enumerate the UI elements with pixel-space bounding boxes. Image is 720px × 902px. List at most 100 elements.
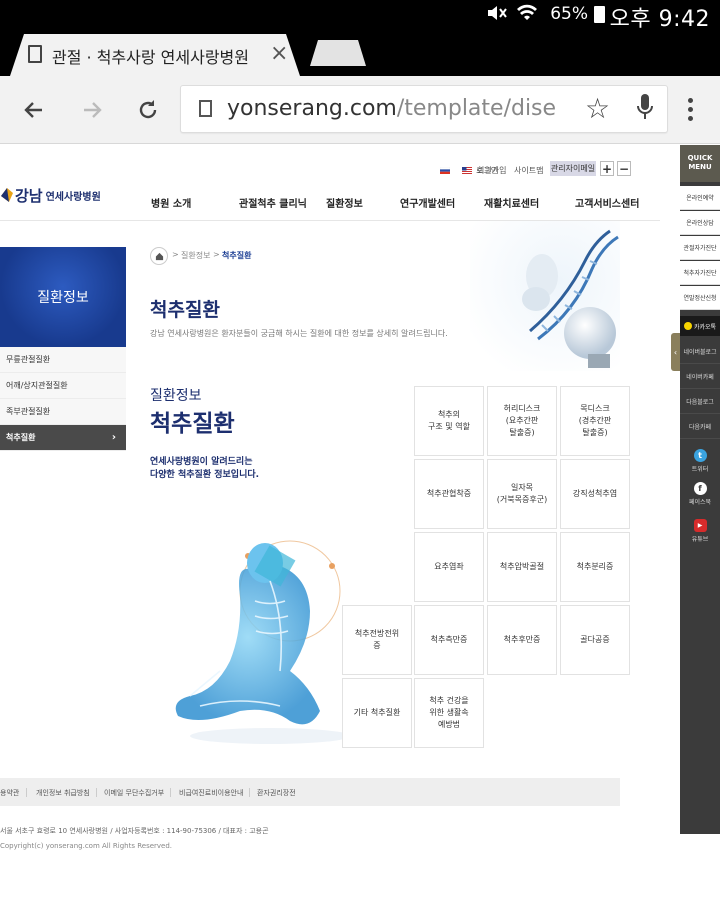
lnb-item-spine-label: 척추질환 (6, 433, 36, 442)
russia-flag-icon[interactable] (440, 166, 450, 174)
grid-item-spondylolysis[interactable]: 척추분리증 (560, 532, 630, 602)
grid-item-lumbar-sprain[interactable]: 요추염좌 (414, 532, 484, 602)
status-bar: 65% 오후 9:42 (0, 0, 720, 32)
footer-copyright: Copyright(c) yonserang.com All Rights Re… (0, 842, 173, 850)
wifi-icon (517, 4, 537, 20)
youtube-icon: ▶ (693, 519, 707, 532)
quick-menu-toggle[interactable]: ‹ (671, 333, 680, 371)
grid-item-stenosis[interactable]: 척추관협착증 (414, 459, 484, 529)
microphone-icon[interactable] (637, 94, 653, 120)
reload-button[interactable] (128, 90, 168, 130)
battery-icon (594, 6, 605, 23)
battery-percent: 65% (550, 4, 588, 24)
footer-address: 서울 서초구 효령로 10 연세사랑병원 / 사업자등록번호 : 114-90-… (0, 827, 269, 835)
quick-menu-header: QUICK MENU (680, 145, 720, 182)
gnb-item-about[interactable]: 병원 소개 (151, 195, 191, 210)
bookmark-star-icon[interactable]: ☆ (585, 92, 610, 125)
url-text[interactable]: yonserang.com/template/disease/s (227, 96, 557, 121)
quick-daum-cafe[interactable]: 다음카페 (680, 415, 720, 439)
quick-online-reservation[interactable]: 온라인예약 (680, 186, 720, 210)
gnb-item-research[interactable]: 연구개발센터 (400, 195, 455, 210)
logo-mark-icon (1, 188, 13, 202)
address-bar[interactable]: yonserang.com/template/disease/s ☆ (180, 85, 668, 133)
twitter-icon: t (693, 449, 707, 462)
grid-item-osteoporosis[interactable]: 골다공증 (560, 605, 630, 675)
page-info-icon[interactable] (199, 100, 212, 117)
lnb-title-box: 질환정보 (0, 247, 126, 347)
breadcrumb-sep: > (172, 250, 179, 259)
grid-item-cervical-disc[interactable]: 목디스크 (경추간판 탈출증) (560, 386, 630, 456)
quick-tax-settlement[interactable]: 연말정산신청 (680, 286, 720, 310)
quick-kakaotalk-label: 카카오톡 (693, 323, 717, 331)
back-arrow-icon (24, 102, 42, 118)
footer-links-bar (0, 778, 620, 806)
zoom-out-button[interactable]: − (617, 161, 631, 176)
browser-toolbar: yonserang.com/template/disease/s ☆ (0, 76, 720, 144)
lnb-item-foot[interactable]: 족부관절질환 (0, 399, 126, 425)
zoom-in-button[interactable]: + (600, 161, 614, 176)
section-category: 질환정보 (150, 388, 202, 404)
quick-menu-header-line1: QUICK (687, 154, 713, 162)
grid-item-ankylosing[interactable]: 강직성척추염 (560, 459, 630, 529)
new-tab-button[interactable] (310, 40, 366, 66)
skeleton-figure-image (175, 540, 350, 744)
footer-link-patient-rights[interactable]: 환자권리장전 (257, 788, 296, 798)
grid-item-lumbar-disc[interactable]: 허리디스크 (요추간판 탈출증) (487, 386, 557, 456)
quick-daum-blog[interactable]: 다음블로그 (680, 390, 720, 414)
footer-link-nonbenefit[interactable]: 비급여진료비이용안내 (179, 788, 243, 798)
logo-sub: 연세사랑병원 (45, 191, 101, 203)
quick-twitter[interactable]: t 트위터 (680, 449, 720, 473)
lnb-item-spine[interactable]: 척추질환 › (0, 425, 126, 451)
close-icon[interactable]: × (270, 41, 288, 66)
quick-naver-cafe[interactable]: 네이버카페 (680, 365, 720, 389)
quick-online-consult[interactable]: 온라인상담 (680, 211, 720, 235)
grid-item-compression-fracture[interactable]: 척추압박골절 (487, 532, 557, 602)
quick-spine-self-check[interactable]: 척추자가진단 (680, 261, 720, 285)
home-icon[interactable] (150, 247, 168, 265)
quick-kakaotalk[interactable]: 카카오톡 (680, 316, 720, 336)
footer-divider (170, 788, 171, 797)
lnb-item-shoulder[interactable]: 어깨/상지관절질환 (0, 373, 126, 399)
quick-naver-blog[interactable]: 네이버블로그 (680, 340, 720, 364)
breadcrumb-level1[interactable]: 질환정보 (181, 250, 210, 261)
sitemap-link[interactable]: 사이트맵 (514, 162, 543, 178)
overflow-menu-icon[interactable] (688, 98, 694, 121)
footer-link-privacy[interactable]: 개인정보 취급방침 (36, 788, 90, 798)
mute-icon (488, 6, 507, 20)
gnb-item-disease[interactable]: 질환정보 (326, 195, 363, 210)
status-icons (486, 4, 538, 22)
page-title: 척추질환 (150, 299, 220, 321)
facebook-icon: f (693, 482, 707, 495)
grid-item-prevention[interactable]: 척추 건강을 위한 생활속 예방법 (414, 678, 484, 748)
footer-link-terms[interactable]: 용약관 (0, 788, 19, 798)
reload-icon (139, 100, 157, 119)
quick-joint-self-check[interactable]: 관절자가진단 (680, 236, 720, 260)
forward-button[interactable] (72, 90, 112, 130)
lnb-item-knee[interactable]: 무릎관절질환 (0, 347, 126, 373)
tab-current[interactable]: 관절 · 척추사랑 연세사랑병원 × (10, 34, 300, 76)
gnb-item-service[interactable]: 고객서비스센터 (575, 195, 639, 210)
url-host: yonserang.com (227, 96, 397, 121)
grid-item-scoliosis[interactable]: 척추측만증 (414, 605, 484, 675)
quick-menu: QUICK MENU 온라인예약 온라인상담 관절자가진단 척추자가진단 연말정… (680, 145, 720, 834)
quick-youtube[interactable]: ▶ 유튜브 (680, 519, 720, 543)
quick-menu-header-line2: MENU (688, 163, 712, 171)
admin-email-button[interactable]: 관리자이메일 (550, 161, 596, 176)
section-description-line2: 다양한 척추질환 정보입니다. (150, 470, 260, 480)
join-link[interactable]: 회원가입 (477, 162, 506, 178)
site-logo[interactable]: 강남 연세사랑병원 (0, 184, 101, 206)
footer-link-email-refusal[interactable]: 이메일 무단수집거부 (104, 788, 164, 798)
grid-item-other-spine[interactable]: 기타 척추질환 (342, 678, 412, 748)
usa-flag-icon[interactable] (462, 166, 472, 174)
grid-item-kyphosis[interactable]: 척추후만증 (487, 605, 557, 675)
page-description: 강남 연세사랑병원은 환자분들이 궁금해 하시는 질환에 대한 정보를 상세히 … (150, 329, 448, 338)
quick-facebook[interactable]: f 페이스북 (680, 482, 720, 506)
gnb-item-rehab[interactable]: 재활치료센터 (484, 195, 539, 210)
grid-item-spine-structure[interactable]: 척추의 구조 및 역할 (414, 386, 484, 456)
lnb-title: 질환정보 (37, 290, 89, 306)
gnb-item-clinic[interactable]: 관절척추 클리닉 (239, 195, 307, 210)
grid-item-spondylolisthesis[interactable]: 척추전방전위 증 (342, 605, 412, 675)
grid-item-straight-neck[interactable]: 일자목 (거북목증후군) (487, 459, 557, 529)
back-button[interactable] (14, 90, 54, 130)
web-page: 로그인 회원가입 사이트맵 관리자이메일 + − 강남 연세사랑병원 병원 소개… (0, 145, 720, 902)
